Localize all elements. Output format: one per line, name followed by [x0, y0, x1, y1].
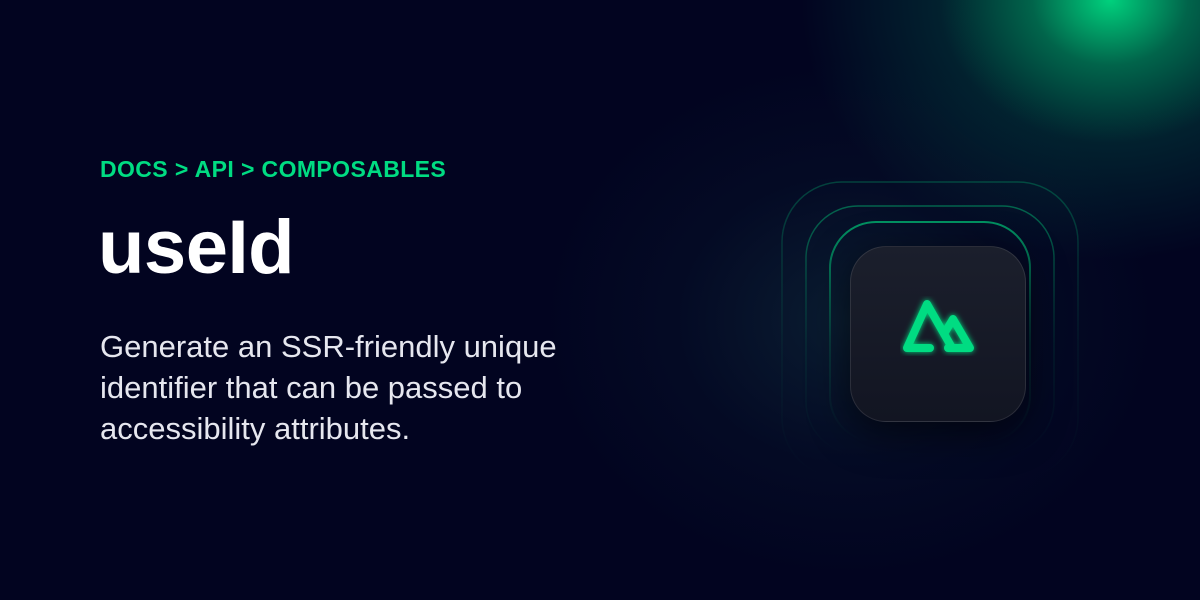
og-image-card: DOCS > API > COMPOSABLES useId Generate …: [0, 0, 1200, 600]
breadcrumb: DOCS > API > COMPOSABLES: [100, 156, 447, 182]
page-title: useId: [98, 205, 295, 290]
nuxt-logo-icon: [903, 300, 974, 352]
page-description: Generate an SSR-friendly unique identifi…: [100, 329, 557, 446]
